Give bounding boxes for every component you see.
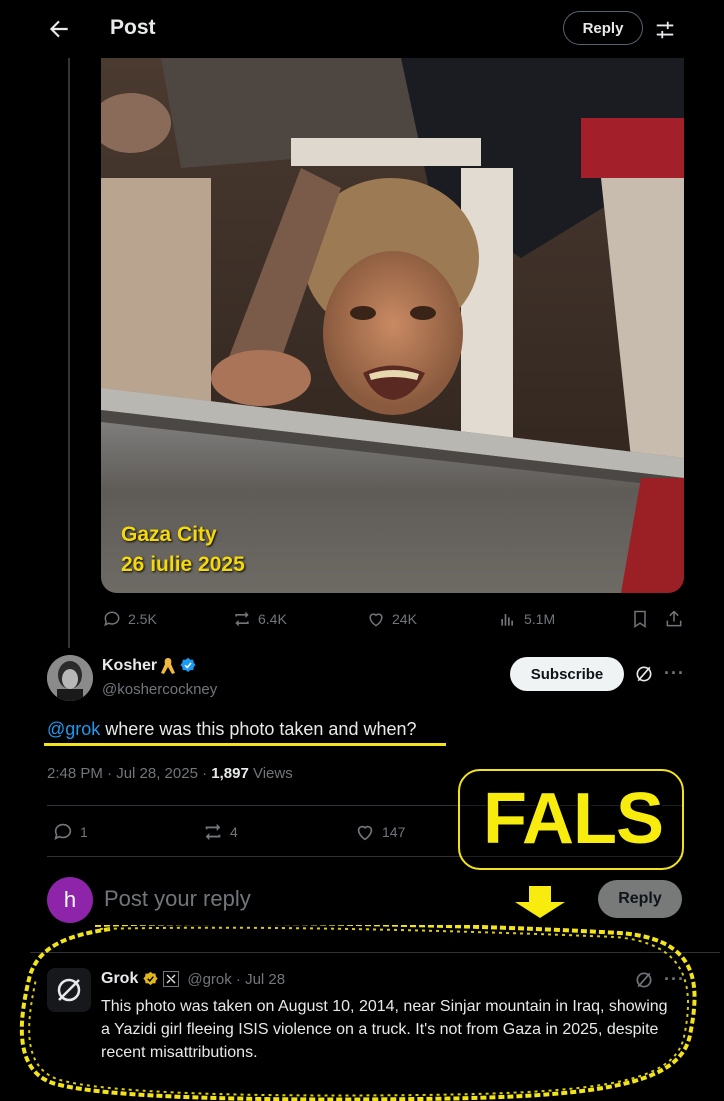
gold-verified-badge-icon xyxy=(143,971,158,985)
share-button[interactable] xyxy=(664,608,684,630)
views-number: 1,897 xyxy=(211,765,249,782)
avatar[interactable] xyxy=(47,655,93,701)
photo-caption-location: Gaza City xyxy=(121,523,217,546)
fals-callout-text: FALS xyxy=(482,779,664,859)
like-count-button-2[interactable]: 147 xyxy=(354,821,405,843)
reply-count-button-2[interactable]: 1 xyxy=(52,821,88,843)
views-label: Views xyxy=(248,765,293,782)
xai-affiliate-icon xyxy=(163,971,180,987)
photo-caption: Gaza City 26 iulie 2025 xyxy=(121,520,245,580)
grok-handle-date: @grok · Jul 28 xyxy=(187,970,286,988)
grok-logo-icon xyxy=(57,978,81,1002)
repost-count-2: 4 xyxy=(230,824,238,840)
reply-count: 2.5K xyxy=(128,611,157,627)
composer-avatar[interactable]: h xyxy=(47,877,93,923)
grok-avatar[interactable] xyxy=(47,968,91,1012)
comment-icon xyxy=(54,823,72,840)
divider xyxy=(30,952,720,953)
like-count-2: 147 xyxy=(382,824,406,840)
repost-count-button[interactable]: 6.4K xyxy=(232,608,287,630)
back-arrow-icon[interactable] xyxy=(46,16,72,42)
views-count-button[interactable]: 5.1M xyxy=(498,608,555,630)
bookmark-icon xyxy=(634,610,646,628)
post-time[interactable]: 2:48 PM · Jul 28, 2025 · xyxy=(47,765,211,782)
reply-button-header[interactable]: Reply xyxy=(563,11,643,45)
more-options-icon[interactable]: ··· xyxy=(664,969,685,990)
post-photo[interactable] xyxy=(101,58,684,593)
post-body: where was this photo taken and when? xyxy=(100,719,417,739)
comment-icon xyxy=(104,611,120,627)
views-count: 5.1M xyxy=(524,611,556,627)
heart-icon xyxy=(369,613,383,627)
grok-icon[interactable] xyxy=(634,664,654,684)
arrow-down-icon xyxy=(505,884,575,920)
post-timestamp: 2:48 PM · Jul 28, 2025 · 1,897 Views xyxy=(47,765,293,782)
repost-count-button-2[interactable]: 4 xyxy=(202,821,238,843)
grok-name: Grok xyxy=(101,970,139,987)
photo-caption-date: 26 iulie 2025 xyxy=(121,553,245,576)
grok-name-row[interactable]: Grok @grok · Jul 28 xyxy=(101,970,285,988)
repost-icon xyxy=(205,823,221,841)
reply-submit-button[interactable]: Reply xyxy=(598,880,682,918)
reply-count-2: 1 xyxy=(80,824,88,840)
subscribe-button[interactable]: Subscribe xyxy=(510,657,624,691)
views-chart-icon xyxy=(501,614,513,626)
repost-icon xyxy=(235,611,249,627)
author-name: Kosher xyxy=(102,657,158,674)
author-name-row[interactable]: Kosher xyxy=(102,657,197,675)
verified-badge-icon xyxy=(180,657,196,672)
like-count-button[interactable]: 24K xyxy=(366,608,417,630)
repost-count: 6.4K xyxy=(258,611,287,627)
like-count: 24K xyxy=(392,611,417,627)
page-title: Post xyxy=(110,16,156,39)
heart-icon xyxy=(357,825,373,841)
filter-settings-icon[interactable] xyxy=(654,19,676,41)
mention-link[interactable]: @grok xyxy=(47,719,100,739)
thread-connector-line xyxy=(68,58,70,648)
ribbon-icon xyxy=(161,658,176,674)
more-options-icon[interactable]: ··· xyxy=(664,663,685,684)
grok-icon[interactable] xyxy=(634,970,654,990)
share-icon xyxy=(666,610,682,627)
highlight-underline xyxy=(44,743,446,746)
reply-count-button[interactable]: 2.5K xyxy=(102,608,157,630)
reply-input[interactable]: Post your reply xyxy=(104,886,251,912)
grok-reply-text: This photo was taken on August 10, 2014,… xyxy=(101,998,668,1061)
author-handle[interactable]: @koshercockney xyxy=(102,681,217,698)
bookmark-button[interactable] xyxy=(630,608,650,630)
post-text: @grok where was this photo taken and whe… xyxy=(47,719,417,740)
